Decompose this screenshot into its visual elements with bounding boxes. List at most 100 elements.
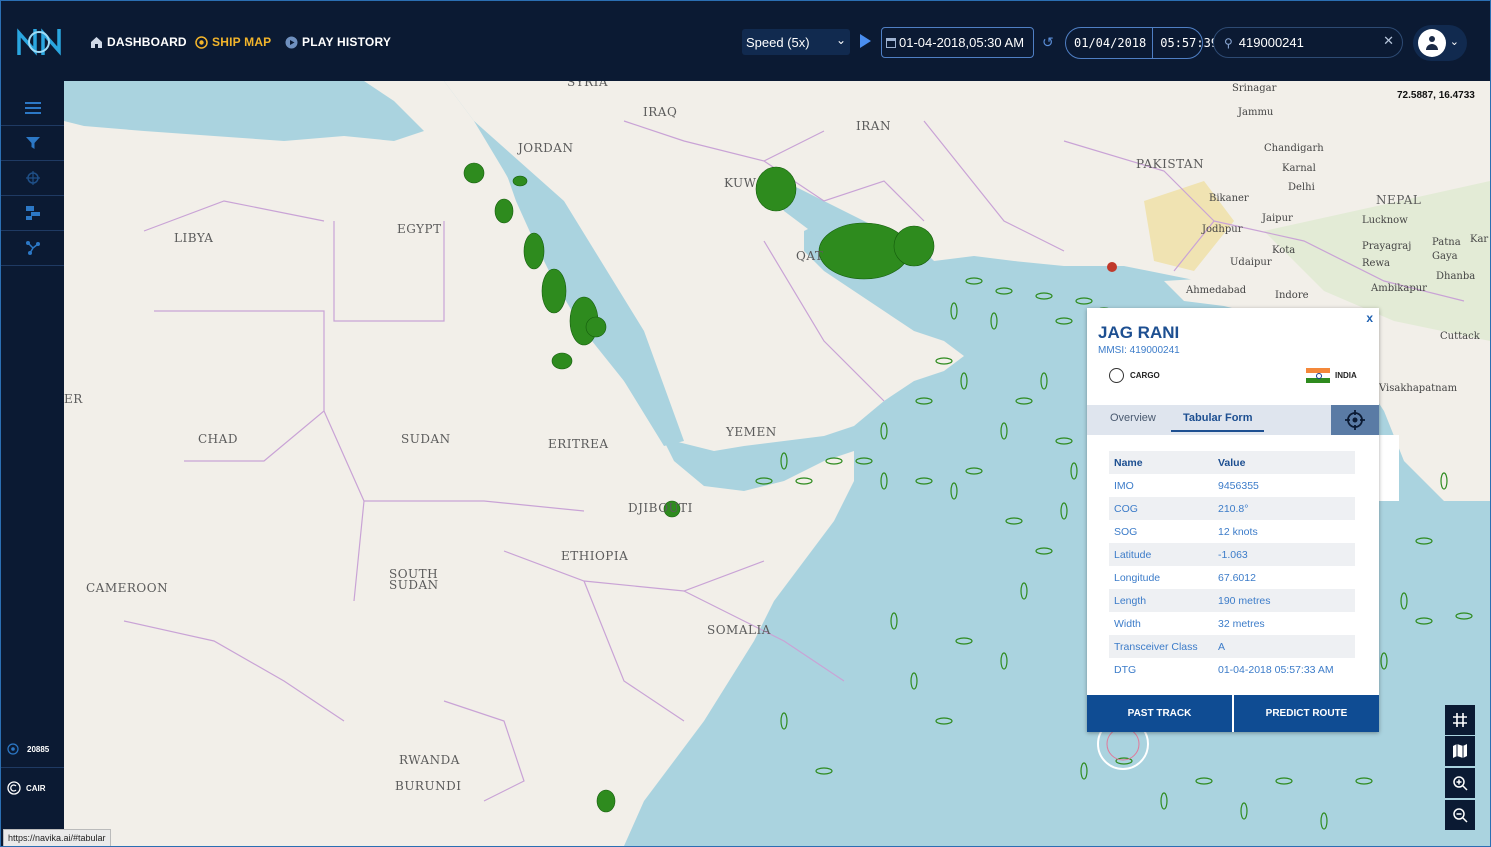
city-label: Bikaner [1209,193,1249,204]
row-value: 190 metres [1218,594,1271,607]
country-label: CAMEROON [86,581,169,595]
filter-icon[interactable] [1,126,64,161]
home-icon [91,36,102,48]
row-value: 32 metres [1218,617,1265,630]
grid-toggle-button[interactable] [1445,705,1475,735]
playback-clock: 01/04/2018 05:57:39 [1065,27,1218,59]
country-label: SUDAN [401,432,451,446]
cair-badge[interactable]: CAIR [7,781,46,795]
row-value: 12 knots [1218,525,1258,538]
row-key: COG [1114,502,1138,515]
city-label: Cuttack [1440,331,1480,342]
nav-dashboard[interactable]: DASHBOARD [90,35,187,49]
search-value: 419000241 [1238,35,1304,50]
vessel-flag: INDIA [1306,368,1357,383]
city-label: Chandigarh [1264,143,1324,154]
target-icon [195,35,208,49]
clock-date: 01/04/2018 [1066,28,1154,58]
zoom-in-icon [1452,775,1468,791]
vessel-count: 20885 [7,743,49,755]
city-label: Jodhpur [1202,224,1243,235]
india-flag-icon [1306,368,1330,383]
cargo-icon [1109,368,1124,383]
tab-tabular-form[interactable]: Tabular Form [1171,412,1265,432]
row-key: Transceiver Class [1114,640,1198,653]
nav-play-history-label: PLAY HISTORY [302,35,392,49]
play-circle-icon [285,36,298,48]
table-header: Name Value [1109,451,1355,474]
nav-dashboard-label: DASHBOARD [107,35,187,49]
clear-search-icon[interactable]: ✕ [1383,33,1394,49]
locate-vessel-button[interactable] [1331,405,1379,435]
row-value: A [1218,640,1226,653]
vessel-type-label: CARGO [1130,371,1160,380]
header-value: Value [1218,456,1246,469]
city-label: Karnal [1282,163,1316,174]
city-label: Jammu [1238,107,1274,118]
row-key: Width [1114,617,1141,630]
start-datetime-field[interactable]: 01-04-2018,05:30 AM [881,27,1034,58]
crosshair-icon[interactable] [1,161,64,196]
chevron-down-icon: ⌄ [1449,36,1459,48]
country-label: IRAQ [643,105,678,119]
country-label: LIBYA [174,231,214,245]
layers-icon[interactable] [1,196,64,231]
country-label: YEMEN [726,425,777,439]
reset-time-icon[interactable]: ↺ [1042,34,1058,50]
menu-icon[interactable] [1,91,64,126]
zoom-out-icon [1452,807,1468,823]
panel-actions: PAST TRACK PREDICT ROUTE [1087,695,1379,732]
table-row: Latitude -1.063 [1109,543,1355,566]
nav-ship-map[interactable]: SHIP MAP [195,35,271,49]
country-label: EGYPT [397,222,442,236]
row-key: Longitude [1114,571,1161,584]
vessel-details-table: Name Value IMO 9456355 COG 210.8° SOG 12 kn… [1109,451,1355,681]
city-label: Jaipur [1262,213,1293,224]
vessel-count-value: 20885 [27,744,50,754]
user-menu[interactable]: ⌄ [1413,25,1467,61]
table-row: Longitude 67.6012 [1109,566,1355,589]
speed-select[interactable]: Speed (5x) ⌄ [742,29,850,55]
country-label: KUW [724,176,757,190]
vessel-country: INDIA [1335,371,1357,380]
row-value: 67.6012 [1218,571,1256,584]
tab-overview[interactable]: Overview [1110,412,1156,424]
table-row: SOG 12 knots [1109,520,1355,543]
city-label: Prayagraj [1362,241,1412,252]
header-name: Name [1114,456,1143,469]
chevron-down-icon: ⌄ [835,33,846,47]
table-row: IMO 9456355 [1109,474,1355,497]
country-label: ETHIOPIA [561,549,629,563]
table-row: Transceiver Class A [1109,635,1355,658]
navika-logo-icon[interactable] [15,25,63,59]
city-label: Rewa [1362,258,1390,269]
map-style-button[interactable] [1445,736,1475,766]
zoom-out-button[interactable] [1445,800,1475,830]
vessel-search-input[interactable]: ⚲ 419000241 ✕ [1213,27,1403,58]
table-row: COG 210.8° [1109,497,1355,520]
close-icon[interactable]: x [1366,311,1373,325]
table-row: Width 32 metres [1109,612,1355,635]
start-datetime-value: 01-04-2018,05:30 AM [899,35,1025,50]
past-track-button[interactable]: PAST TRACK [1087,695,1232,732]
route-icon[interactable] [1,231,64,266]
country-label: ER [64,392,83,406]
nav-play-history[interactable]: PLAY HISTORY [285,35,391,49]
table-row: DTG 01-04-2018 05:57:33 AM [1109,658,1355,681]
row-value: -1.063 [1218,548,1248,561]
country-label: BURUNDI [395,779,462,793]
predict-route-button[interactable]: PREDICT ROUTE [1234,695,1379,732]
row-key: IMO [1114,479,1134,492]
row-value: 9456355 [1218,479,1259,492]
city-label: Kota [1272,245,1296,256]
zoom-in-button[interactable] [1445,768,1475,798]
panel-shadow-strip [1379,435,1399,501]
play-icon[interactable] [860,34,871,48]
row-key: Length [1114,594,1147,607]
row-value: 01-04-2018 05:57:33 AM [1218,663,1334,676]
country-label: PAKISTAN [1136,157,1205,171]
country-label: RWANDA [399,753,460,767]
cursor-coordinates: 72.5887, 16.4733 [1397,90,1475,101]
speed-select-value: Speed (5x) [746,34,810,50]
vessel-type: CARGO [1109,368,1160,383]
